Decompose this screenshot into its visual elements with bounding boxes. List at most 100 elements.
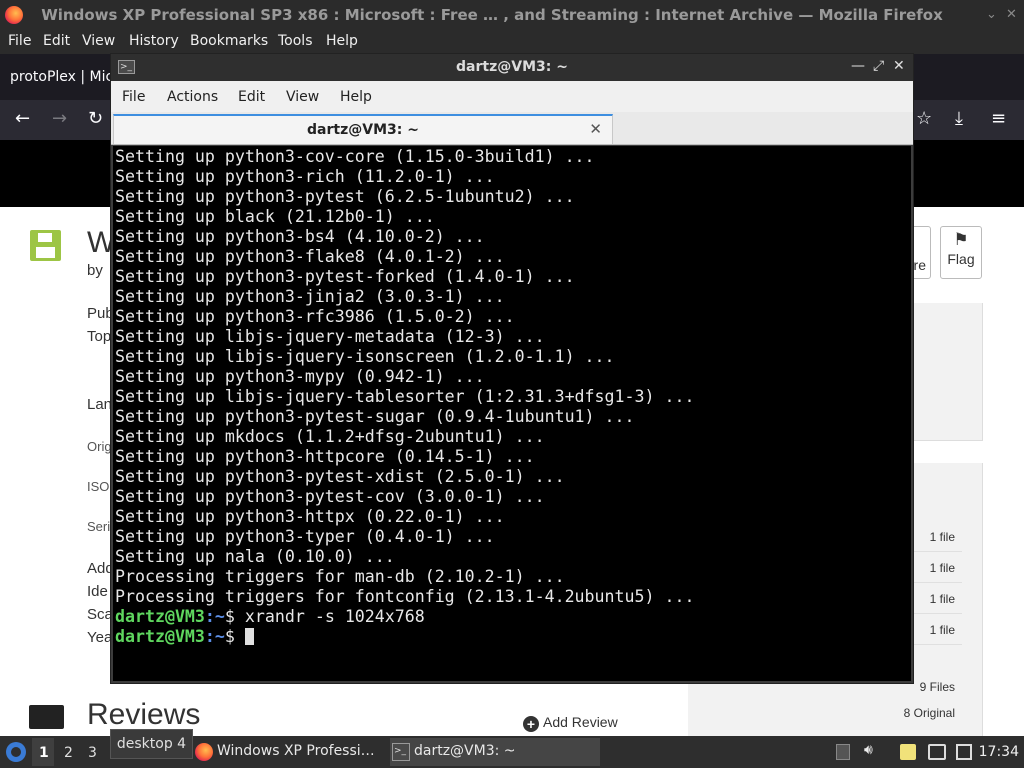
firefox-window-title: Windows XP Professional SP3 x86 : Micros… <box>41 6 943 24</box>
flag-icon: ⚑ <box>953 230 969 249</box>
add-review-label: Add Review <box>543 714 618 730</box>
minimize-icon[interactable]: ⌄ <box>986 7 997 22</box>
meta-label: Lan <box>87 396 113 413</box>
close-icon[interactable]: ✕ <box>893 58 905 74</box>
terminal-tab-title: dartz@VM3: ~ <box>307 122 419 138</box>
reload-icon[interactable]: ↻ <box>88 109 103 129</box>
floppy-disk-icon <box>30 230 61 261</box>
volume-icon[interactable]: 🔊︎ <box>864 742 880 758</box>
clock[interactable]: 17:34 <box>979 744 1019 760</box>
terminal-output-line: Setting up python3-cov-core (1.15.0-3bui… <box>115 147 595 166</box>
taskbar-task-label: Windows XP Professi… <box>217 743 375 759</box>
back-icon[interactable]: ← <box>15 109 30 129</box>
menu-help[interactable]: Help <box>326 33 358 49</box>
close-icon[interactable]: ✕ <box>1006 7 1017 22</box>
menu-file[interactable]: File <box>8 33 31 49</box>
terminal-output-line: Setting up python3-pytest (6.2.5-1ubuntu… <box>115 187 575 206</box>
share-label: re <box>913 257 926 273</box>
terminal-output-line: Setting up python3-jinja2 (3.0.3-1) ... <box>115 287 505 306</box>
network-tray-icon[interactable] <box>956 744 972 760</box>
file-count: 1 file <box>929 623 955 637</box>
terminal-tab[interactable]: dartz@VM3: ~ ✕ <box>113 114 613 144</box>
terminal-output-line: Setting up python3-httpcore (0.14.5-1) .… <box>115 447 535 466</box>
workspace-2[interactable]: 2 <box>64 745 73 761</box>
file-count: 1 file <box>929 530 955 544</box>
maximize-icon[interactable]: ⤢ <box>873 58 884 74</box>
meta-label: Ide <box>87 583 108 600</box>
menu-view[interactable]: View <box>82 33 115 49</box>
downloads-icon[interactable]: ⤓ <box>955 109 963 129</box>
notes-tray-icon[interactable] <box>900 744 916 760</box>
meta-label: Yea <box>87 629 113 646</box>
terminal-output-line: Setting up python3-pytest-forked (1.4.0-… <box>115 267 575 286</box>
meta-label: ISO <box>87 479 110 494</box>
prompt-path: ~ <box>214 627 225 646</box>
add-review-button[interactable]: + Add Review <box>523 714 618 732</box>
reviews-heading: Reviews <box>87 698 201 731</box>
terminal-output-line: Setting up libjs-jquery-isonscreen (1.2.… <box>115 347 615 366</box>
terminal-output-line: Setting up python3-mypy (0.942-1) ... <box>115 367 485 386</box>
meta-label: Seri <box>87 519 111 534</box>
firefox-menubar: File Edit View History Bookmarks Tools H… <box>0 29 1024 54</box>
minimize-icon[interactable]: — <box>851 58 865 74</box>
reviews-speech-bubble-icon <box>29 705 64 729</box>
desktop: Windows XP Professional SP3 x86 : Micros… <box>0 0 1024 768</box>
text-cursor <box>244 628 254 645</box>
menu-edit[interactable]: Edit <box>43 33 70 49</box>
terminal-tabbar: dartz@VM3: ~ ✕ <box>111 112 913 145</box>
browser-tab[interactable]: protoPlex | Micr <box>10 69 119 85</box>
menu-history[interactable]: History <box>129 33 179 49</box>
terminal-output-line: Setting up python3-rich (11.2.0-1) ... <box>115 167 495 186</box>
terminal-window-title: dartz@VM3: ~ <box>456 59 568 75</box>
total-original-link[interactable]: 8 Original <box>904 706 955 720</box>
prompt-separator: : <box>204 627 215 646</box>
terminal-output-line: Setting up python3-pytest-xdist (2.5.0-1… <box>115 467 565 486</box>
workspace-tooltip: desktop 4 <box>110 729 193 759</box>
taskbar-task-label: dartz@VM3: ~ <box>414 743 516 759</box>
prompt-symbol: $ <box>224 607 235 626</box>
terminal-output-line: Setting up python3-typer (0.4.0-1) ... <box>115 527 495 546</box>
meta-label: Orig <box>87 439 112 454</box>
bookmark-star-icon[interactable]: ☆ <box>916 109 932 129</box>
firefox-icon <box>195 743 213 761</box>
start-menu-icon[interactable] <box>6 742 26 762</box>
file-count: 1 file <box>929 592 955 606</box>
display-tray-icon[interactable] <box>928 744 946 760</box>
terminal-output-line: Setting up python3-rfc3986 (1.5.0-2) ... <box>115 307 515 326</box>
prompt-command: xrandr -s 1024x768 <box>234 607 425 626</box>
tab-close-icon[interactable]: ✕ <box>589 120 602 138</box>
menu-tools[interactable]: Tools <box>278 33 313 49</box>
forward-icon[interactable]: → <box>52 109 67 129</box>
total-files-link[interactable]: 9 Files <box>920 680 955 694</box>
terminal-titlebar[interactable]: >_ dartz@VM3: ~ — ⤢ ✕ <box>111 54 913 81</box>
flag-label: Flag <box>947 251 975 267</box>
terminal-output-line: Setting up black (21.12b0-1) ... <box>115 207 435 226</box>
terminal-menu-help[interactable]: Help <box>340 89 372 105</box>
flag-button[interactable]: ⚑ Flag <box>940 226 982 279</box>
terminal-icon: >_ <box>392 743 410 761</box>
terminal-output-line: Processing triggers for man-db (2.10.2-1… <box>115 567 565 586</box>
taskbar-terminal[interactable]: >_ dartz@VM3: ~ <box>390 738 600 766</box>
clipboard-tray-icon[interactable] <box>836 744 850 760</box>
terminal-output-line: Setting up python3-bs4 (4.10.0-2) ... <box>115 227 485 246</box>
menu-bookmarks[interactable]: Bookmarks <box>190 33 268 49</box>
terminal-menu-actions[interactable]: Actions <box>167 89 218 105</box>
app-menu-icon[interactable]: ≡ <box>991 109 1006 129</box>
file-count: 1 file <box>929 561 955 575</box>
workspace-3[interactable]: 3 <box>88 745 97 761</box>
terminal-menu-edit[interactable]: Edit <box>238 89 265 105</box>
terminal-output-line: Setting up libjs-jquery-metadata (12-3) … <box>115 327 545 346</box>
terminal-output-line: Setting up python3-pytest-sugar (0.9.4-1… <box>115 407 635 426</box>
terminal-output[interactable]: Setting up python3-cov-core (1.15.0-3bui… <box>113 146 911 681</box>
prompt-separator: : <box>204 607 215 626</box>
terminal-lines: Setting up python3-cov-core (1.15.0-3bui… <box>115 147 694 647</box>
workspace-1[interactable]: 1 <box>39 745 49 761</box>
terminal-output-line: Setting up libjs-jquery-tablesorter (1:2… <box>115 387 695 406</box>
terminal-menu-view[interactable]: View <box>286 89 319 105</box>
taskbar-firefox[interactable]: Windows XP Professi… <box>193 738 383 766</box>
terminal-menubar: File Actions Edit View Help <box>111 81 913 112</box>
terminal-window[interactable]: >_ dartz@VM3: ~ — ⤢ ✕ File Actions Edit … <box>110 53 914 684</box>
item-by-label: by <box>87 262 103 279</box>
terminal-output-line: Processing triggers for fontconfig (2.13… <box>115 587 695 606</box>
terminal-menu-file[interactable]: File <box>122 89 145 105</box>
